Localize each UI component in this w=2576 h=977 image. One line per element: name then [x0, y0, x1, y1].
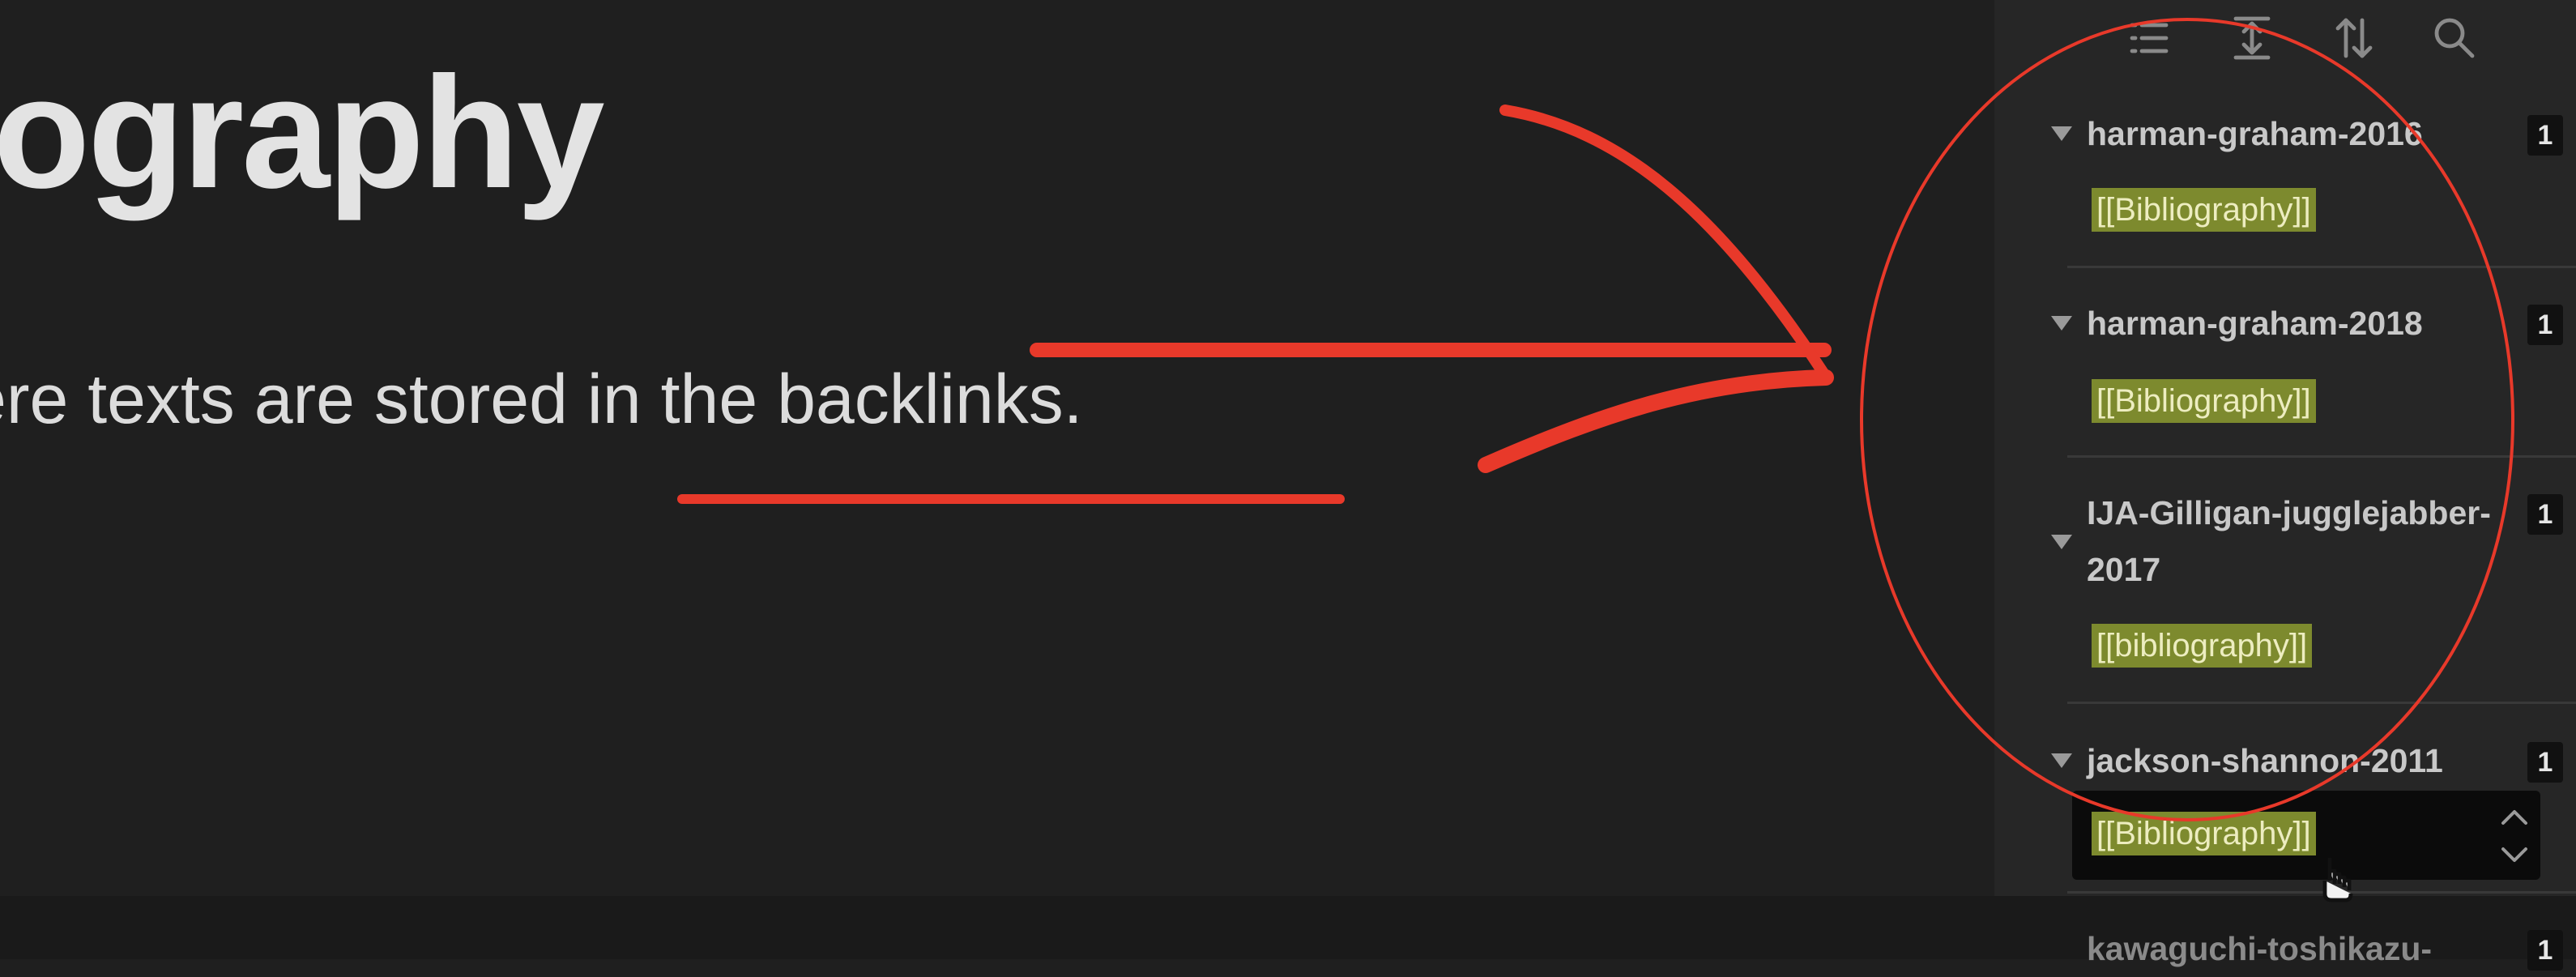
backlink-title[interactable]: IJA-Gilligan-jugglejabber-2017 [2087, 484, 2524, 598]
snippet-edit-box[interactable]: [[Bibliography]] [2072, 791, 2540, 880]
backlink-count-badge: 1 [2527, 305, 2563, 345]
sort-button[interactable] [2323, 10, 2385, 66]
expand-vertical-icon [2233, 16, 2271, 60]
sort-icon [2335, 18, 2373, 58]
entry-divider [2067, 455, 2576, 458]
backlink-count-badge: 1 [2527, 115, 2563, 156]
backlink-count-badge: 1 [2527, 742, 2563, 783]
page-title: iography [0, 44, 605, 221]
editor-pane: iography ere texts are stored in the bac… [0, 0, 1994, 896]
backlink-snippet[interactable]: [[bibliography]] [2092, 624, 2313, 668]
list-icon [2130, 23, 2169, 53]
backlink-count-badge: 1 [2527, 494, 2563, 535]
collapse-caret-icon[interactable] [2051, 316, 2072, 331]
collapse-caret-icon[interactable] [2051, 753, 2072, 768]
collapse-results-button[interactable] [2118, 10, 2179, 66]
search-button[interactable] [2424, 10, 2485, 66]
entry-divider [2067, 702, 2576, 704]
page-body-text[interactable]: ere texts are stored in the backlinks. [0, 365, 1083, 434]
stepper-icon[interactable] [2497, 805, 2532, 867]
backlink-title[interactable]: jackson-shannon-2011 [2087, 732, 2524, 789]
backlink-title[interactable]: kawaguchi-toshikazu- [2087, 920, 2524, 977]
backlink-snippet[interactable]: [[Bibliography]] [2092, 379, 2316, 423]
backlinks-panel: harman-graham-2016 1 [[Bibliography]] ha… [1994, 0, 2576, 971]
backlink-snippet[interactable]: [[Bibliography]] [2092, 812, 2316, 855]
entry-divider [2067, 266, 2576, 268]
backlinks-toolbar [1994, 0, 2576, 81]
hand-cursor-icon [2322, 858, 2353, 902]
collapse-caret-icon[interactable] [2051, 535, 2072, 549]
backlink-title[interactable]: harman-graham-2018 [2087, 295, 2524, 352]
search-icon [2434, 18, 2475, 58]
backlink-title[interactable]: harman-graham-2016 [2087, 105, 2524, 162]
backlink-snippet[interactable]: [[Bibliography]] [2092, 188, 2316, 232]
expand-context-button[interactable] [2221, 10, 2283, 66]
collapse-caret-icon[interactable] [2051, 126, 2072, 141]
backlink-count-badge: 1 [2527, 930, 2563, 971]
